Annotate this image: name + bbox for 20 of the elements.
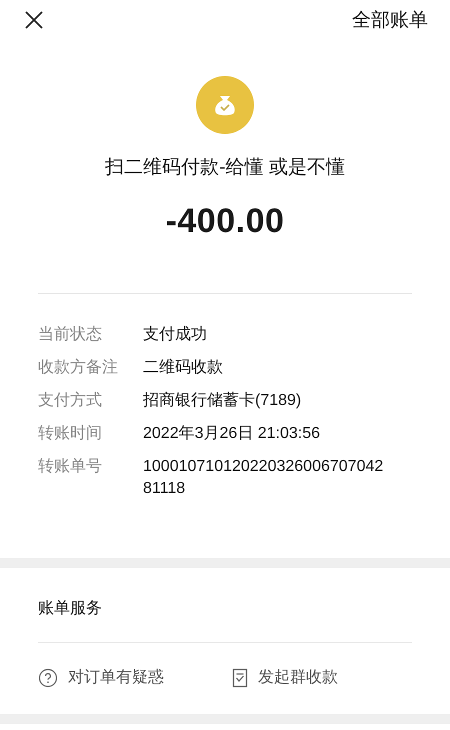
money-bag-icon: [196, 76, 254, 134]
detail-value: 支付成功: [143, 324, 207, 345]
document-check-icon: [232, 668, 248, 688]
payment-title: 扫二维码付款-给懂 或是不懂: [105, 156, 345, 180]
question-icon: [38, 668, 58, 688]
detail-value: 2022年3月26日 21:03:56: [143, 424, 320, 444]
close-icon[interactable]: [24, 10, 44, 30]
detail-value: 二维码收款: [143, 358, 223, 378]
service-link[interactable]: 对订单有疑惑: [38, 667, 164, 688]
detail-label: 当前状态: [38, 324, 103, 345]
detail-label: 转账单号: [38, 457, 103, 477]
detail-label: 收款方备注: [38, 358, 119, 378]
detail-value: 10001071012022032600670704281118: [143, 457, 384, 499]
detail-label: 支付方式: [38, 390, 103, 411]
detail-value: 招商银行储蓄卡(7189): [143, 390, 302, 411]
all-bills-link[interactable]: 全部账单: [352, 7, 428, 33]
detail-label: 转账时间: [38, 424, 103, 444]
section-title: 账单服务: [38, 599, 103, 619]
service-link[interactable]: 发起群收款: [232, 667, 338, 688]
payment-amount: -400.00: [166, 202, 284, 241]
